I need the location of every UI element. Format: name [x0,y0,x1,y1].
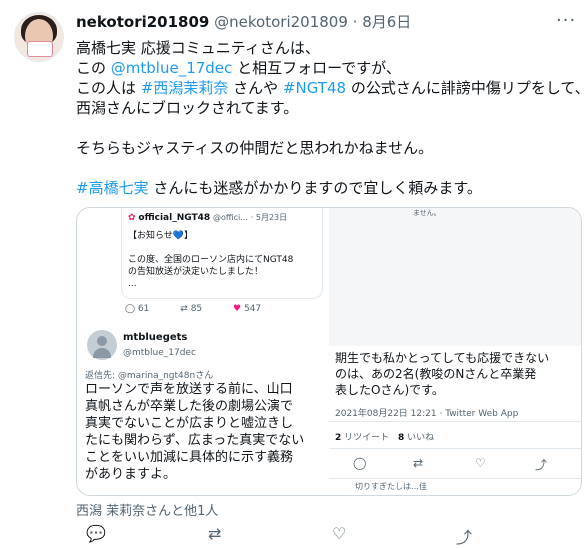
avatar-tag [27,41,53,57]
reply-icon[interactable]: 💬 [86,524,106,543]
tweet-line [76,158,576,178]
right-bottom-fragment: 切りすぎたしは…佳 [355,482,427,491]
retweets-num: 2 [335,433,342,443]
heart-icon: ♥ [233,304,242,314]
quote-rt-count: 85 [190,304,203,314]
tweet-actions: 💬 ⇄ ♡ ⤴ [76,524,576,547]
retweet-icon: ⇄ [413,456,424,470]
quote-name: official_NGT48 [138,213,211,223]
right-stats: 2 リツイート 8 いいね [335,430,434,443]
tweet-text-segment: この人は [76,79,141,97]
tagged-users-label: 西潟 茉莉奈さんと他1人 [76,504,219,519]
quoted-tweet: ✿ official_NGT48 @offici... · 5月23日 【お知ら… [121,208,323,299]
tweet-text-segment: 西潟さんにブロックされてます。 [76,99,299,117]
tweet-line: そちらもジャスティスの仲間だと思われかねません。 [76,138,576,158]
reply-text: ローソンで声を放送する前に、山口 真帆さんが卒業した後の劇場公演で 真実でないことが… [85,381,304,483]
right-actions: ◯ ⇄ ♡ ⤴ [329,456,581,476]
user-handle[interactable]: @nekotori201809 [214,13,348,31]
tweet-line: #高橋七実 さんにも迷惑がかかりますので宜しく頼みます。 [76,178,576,198]
tweet-line [76,118,576,138]
reply-user-avatar [87,330,117,360]
likes-label: いいね [407,433,435,443]
retweet-icon[interactable]: ⇄ [208,524,221,543]
likes-num: 8 [398,433,405,443]
image-left[interactable]: ✿ official_NGT48 @offici... · 5月23日 【お知ら… [77,208,329,495]
hashtag-link[interactable]: #高橋七実 [76,179,149,197]
right-line: のは、あの2名(教唆のNさんと卒業発 [335,367,537,381]
tweet-line: この人は #西潟茉莉奈 さんや #NGT48 の公式さんに誹謗中傷リプをして、 [76,78,586,98]
tweet-text-segment: と相互フォローですが、 [232,59,401,77]
tweet-date[interactable]: 8月6日 [362,13,411,31]
tweet-text-segment: さんや [228,79,283,97]
tweet-text-segment: さんにも迷惑がかかりますので宜しく頼みます。 [148,179,482,197]
display-name[interactable]: nekotori201809 [76,13,209,31]
quote-tag: 【お知らせ💙】 [128,231,194,241]
quote-text-1: この度、全国のローソン店内にてNGT48 [128,255,294,265]
right-meta: 2021年08月22日 12:21 · Twitter Web App [335,409,519,419]
right-line: 期生でも私かとってしても応援できない [335,351,550,365]
quote-actions: ◯ 61 ⇄ 85 ♥ 547 [125,304,261,314]
reply-line: たにも関わらず、広まった真実でない [85,433,305,448]
tweet-line: 高橋七実 応援コミュニティさんは、 [76,38,576,58]
reply-line: 真帆さんが卒業した後の劇場公演で [85,399,294,414]
right-line: 表したOさん)です。 [335,383,444,397]
tweet-text-segment: の公式さんに誹謗中傷リプをして、 [346,79,586,97]
heart-icon: ♡ [475,456,486,470]
reply-user-handle: @mtblue_17dec [123,348,196,358]
reply-icon: ◯ [125,304,136,314]
like-icon[interactable]: ♡ [332,524,346,543]
reply-line: ローソンで声を放送する前に、山口 [85,382,293,397]
image-right[interactable]: ません。 期生でも私かとってしても応援できない のは、あの2名(教唆のNさんと卒業… [329,208,581,495]
tweet-text-segment: 高橋七実 応援コミュニティさんは、 [76,39,320,57]
reply-line: ことをいい加減に具体的に示す義務 [85,450,294,465]
tweet-text-segment: そちらもジャスティスの仲間だと思われかねません。 [76,139,434,157]
ngt-logo-icon: ✿ [128,213,136,223]
right-top-text: ません。 [413,209,441,217]
tweet-header: nekotori201809 @nekotori201809 · 8月6日 [76,12,411,32]
divider [329,421,581,422]
reply-icon: ◯ [353,456,367,470]
tweet-text-segment: この [76,59,111,77]
tweet-line: 西潟さんにブロックされてます。 [76,98,576,118]
tagged-users[interactable]: 西潟 茉莉奈さんと他1人 [76,500,218,519]
right-gray-area [329,208,581,346]
reply-line: がありますよ。 [85,467,177,482]
right-body-text: 期生でも私かとってしても応援できない のは、あの2名(教唆のNさんと卒業発 表したO… [335,350,549,398]
more-options-icon[interactable]: ··· [556,10,576,31]
quote-date: · 5月23日 [250,213,288,222]
tweet-text: 高橋七実 応援コミュニティさんは、 この @mtblue_17dec と相互フォロ… [76,38,586,198]
hashtag-link[interactable]: #西潟茉莉奈 [141,79,229,97]
quote-reply-count: 61 [137,304,150,314]
reply-user-name: mtbluegets [123,332,188,343]
reply-line: 真実でないことが広まりと嘘泣きし [85,416,294,431]
avatar[interactable] [14,12,64,62]
share-icon: ⤴ [535,458,548,472]
divider-3 [329,478,581,479]
reply-to: 返信先: @marina_ngt48nさん [85,371,214,381]
mention-link[interactable]: @mtblue_17dec [111,59,233,77]
tweet: nekotori201809 @nekotori201809 · 8月6日 ··… [0,0,586,549]
divider-2 [329,448,581,449]
quote-ellipsis: ... [128,279,137,289]
quote-like-count: 547 [243,304,262,314]
separator-dot: · [352,13,358,31]
retweet-icon: ⇄ [180,304,188,314]
share-icon[interactable]: ⤴ [456,524,472,548]
retweets-label: リツイート [344,433,390,443]
attached-image-card[interactable]: ✿ official_NGT48 @offici... · 5月23日 【お知ら… [76,207,582,496]
quote-handle: @offici... [213,213,248,222]
quote-text-2: の告知放送が決定いたしました！ [128,267,264,277]
tweet-line: この @mtblue_17dec と相互フォローですが、 [76,58,576,78]
hashtag-link[interactable]: #NGT48 [283,79,346,97]
